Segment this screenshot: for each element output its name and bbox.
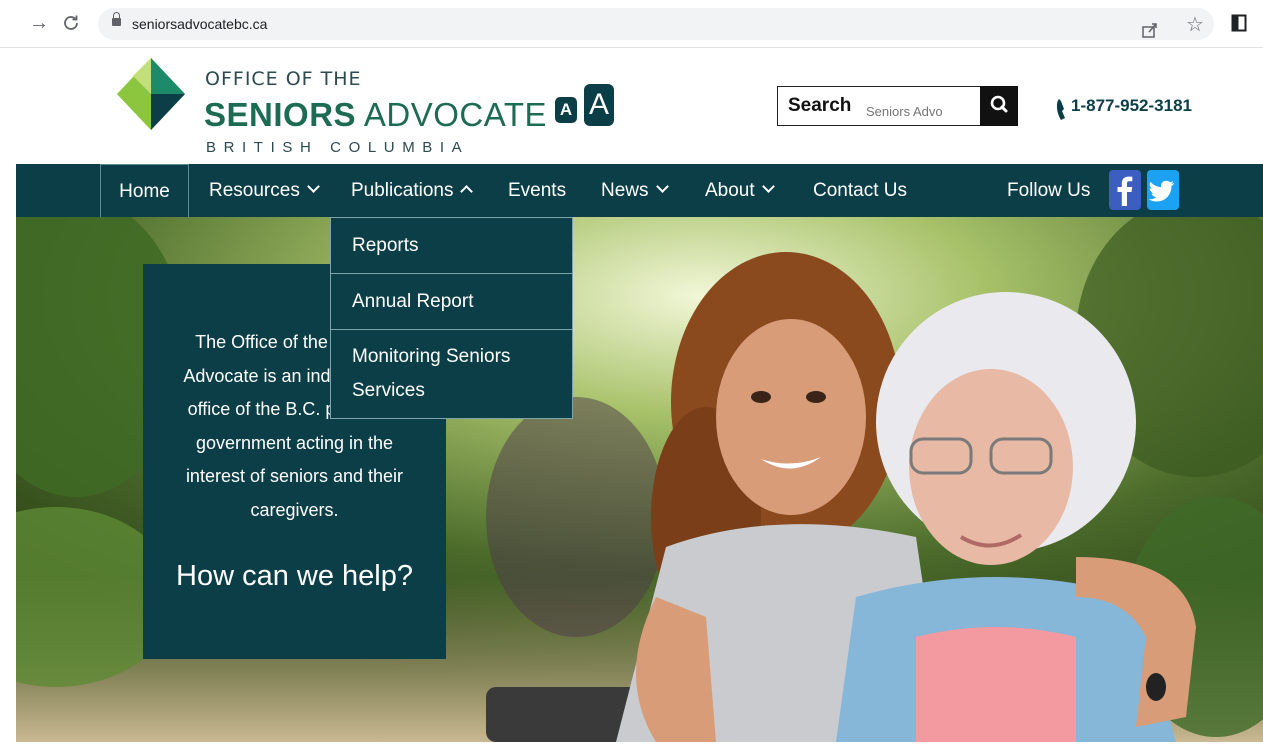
- logo-text-line3[interactable]: BRITISH COLUMBIA: [206, 139, 469, 156]
- font-size-small-button[interactable]: A: [555, 97, 577, 123]
- nav-news-label: News: [601, 180, 649, 201]
- chevron-down-icon: [306, 180, 320, 194]
- search-button[interactable]: [980, 86, 1018, 126]
- nav-resources[interactable]: Resources: [209, 164, 320, 217]
- forward-arrow-icon[interactable]: →: [26, 10, 52, 36]
- how-can-we-help-link[interactable]: How can we help?: [143, 560, 446, 593]
- chevron-down-icon: [655, 180, 669, 194]
- nav-news[interactable]: News: [601, 164, 669, 217]
- main-nav: Home Resources Publications Events News …: [16, 164, 1263, 217]
- nav-contact[interactable]: Contact Us: [813, 164, 907, 217]
- nav-publications-label: Publications: [351, 180, 454, 201]
- nav-home[interactable]: Home: [100, 164, 189, 217]
- search-form: Search: [777, 86, 1018, 126]
- nav-about[interactable]: About: [705, 164, 775, 217]
- search-icon: [990, 95, 1008, 113]
- dropdown-item-reports[interactable]: Reports: [331, 218, 572, 274]
- facebook-icon[interactable]: [1109, 170, 1141, 210]
- dropdown-item-annual-report[interactable]: Annual Report: [331, 274, 572, 330]
- star-icon[interactable]: ☆: [1186, 15, 1204, 35]
- phone-icon: [1056, 99, 1065, 120]
- browser-toolbar: → seniorsadvocatebc.ca ☆: [0, 0, 1263, 48]
- url-text[interactable]: seniorsadvocatebc.ca: [132, 16, 267, 32]
- twitter-icon[interactable]: [1147, 170, 1179, 210]
- follow-us-label: Follow Us: [1007, 180, 1091, 201]
- nav-about-label: About: [705, 180, 755, 201]
- logo-text-line1[interactable]: OFFICE OF THE: [205, 68, 362, 90]
- chevron-up-icon: [460, 185, 474, 199]
- nav-resources-label: Resources: [209, 180, 300, 201]
- address-bar[interactable]: seniorsadvocatebc.ca ☆: [98, 8, 1214, 40]
- logo-text-bold: SENIORS: [204, 96, 357, 133]
- phone-number-link[interactable]: 1-877-952-3181: [1071, 96, 1192, 116]
- share-icon[interactable]: [1141, 21, 1159, 44]
- dropdown-item-monitoring-seniors-services[interactable]: Monitoring Seniors Services: [331, 330, 572, 418]
- logo-text-light: ADVOCATE: [363, 96, 547, 133]
- search-input[interactable]: [866, 99, 966, 123]
- publications-dropdown-menu: Reports Annual Report Monitoring Seniors…: [330, 217, 573, 419]
- nav-publications[interactable]: Publications: [351, 164, 474, 217]
- logo-diamond-icon[interactable]: [115, 56, 187, 144]
- chevron-down-icon: [761, 180, 775, 194]
- reload-icon[interactable]: [58, 10, 84, 36]
- nav-events[interactable]: Events: [508, 164, 566, 217]
- search-label: Search: [788, 95, 852, 116]
- font-size-large-button[interactable]: A: [584, 84, 614, 126]
- lock-icon[interactable]: [112, 12, 121, 26]
- sidebar-icon[interactable]: [1231, 14, 1247, 37]
- logo-text-line2[interactable]: SENIORS ADVOCATE: [204, 96, 547, 134]
